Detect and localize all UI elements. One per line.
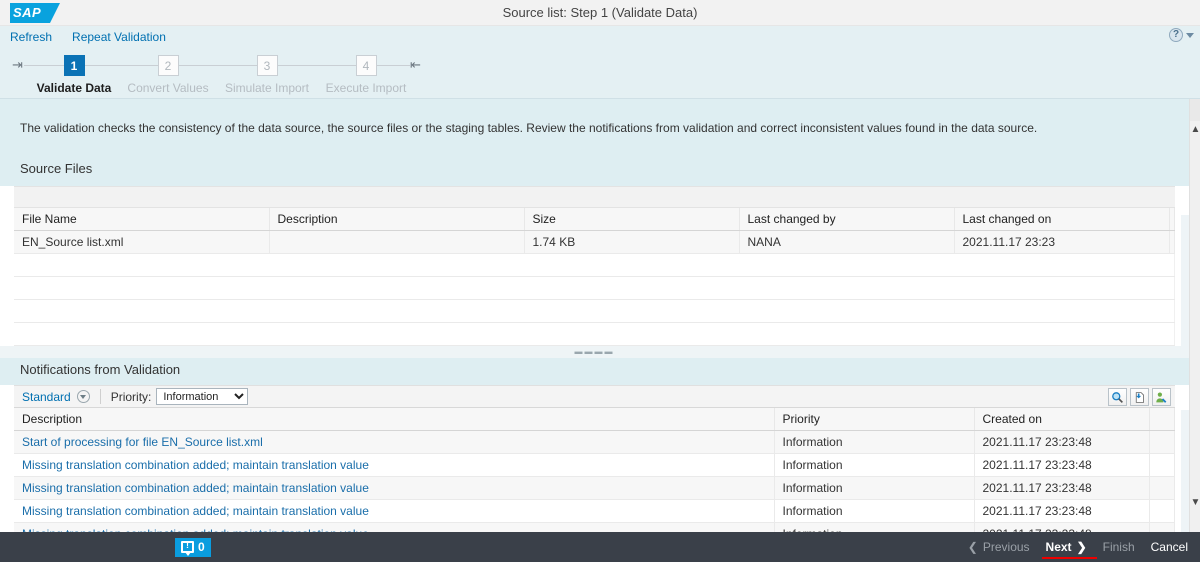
notification-description[interactable]: Start of processing for file EN_Source l… <box>14 430 775 454</box>
cell-last-changed-on: 2021.11.17 23:23 <box>954 230 1170 254</box>
page-scrollbar-thumb[interactable] <box>1190 99 1200 121</box>
list-item[interactable]: Start of processing for file EN_Source l… <box>14 430 1175 454</box>
message-popup-icon <box>181 540 194 556</box>
notification-description[interactable]: Missing translation combination added; m… <box>14 453 775 477</box>
notification-description[interactable]: Missing translation combination added; m… <box>14 476 775 500</box>
refresh-button[interactable]: Refresh <box>10 30 52 44</box>
cell-description <box>269 230 525 254</box>
column-header-notification-created-on[interactable]: Created on <box>974 408 1150 431</box>
column-header-file-name[interactable]: File Name <box>14 208 270 231</box>
next-button-label: Next <box>1045 540 1072 554</box>
main-content: The validation checks the consistency of… <box>0 99 1189 546</box>
source-files-table: File Name Description Size Last changed … <box>14 208 1175 346</box>
source-files-heading: Source Files <box>0 153 1189 186</box>
notification-spacer <box>1149 430 1175 454</box>
notification-spacer <box>1149 476 1175 500</box>
notification-description[interactable]: Missing translation combination added; m… <box>14 499 775 523</box>
application-window: SAP Source list: Step 1 (Validate Data) … <box>0 0 1200 562</box>
toolbar-separator <box>99 389 101 404</box>
chevron-down-icon[interactable] <box>1186 32 1194 38</box>
notification-priority: Information <box>774 453 975 477</box>
cancel-button[interactable]: Cancel <box>1151 540 1188 554</box>
footer-actions: ❮ Previous Next ❯ Finish Cancel <box>968 540 1188 559</box>
chevron-up-icon[interactable]: ▲ <box>1190 123 1200 137</box>
help-icon[interactable]: ? <box>1169 28 1183 42</box>
column-header-size[interactable]: Size <box>524 208 740 231</box>
priority-select[interactable]: Information <box>156 388 249 405</box>
cell-size: 1.74 KB <box>524 230 740 254</box>
chevron-left-icon: ❮ <box>967 540 978 554</box>
source-files-toolbar <box>14 186 1175 208</box>
notifications-heading: Notifications from Validation <box>0 358 1189 385</box>
notification-spacer <box>1149 453 1175 477</box>
chevron-down-icon[interactable] <box>76 390 90 403</box>
roadmap-step-2-number[interactable]: 2 <box>157 55 179 76</box>
help-group: ? <box>1169 28 1194 42</box>
finish-button[interactable]: Finish <box>1103 540 1135 554</box>
roadmap-step-4-label: Execute Import <box>325 81 407 95</box>
roadmap-step-4[interactable]: 4 Execute Import <box>306 55 426 95</box>
table-row[interactable]: EN_Source list.xml 1.74 KB NANA 2021.11.… <box>14 230 1175 254</box>
notification-priority: Information <box>774 499 975 523</box>
column-header-notification-spacer <box>1149 408 1175 431</box>
column-header-last-changed-by[interactable]: Last changed by <box>739 208 955 231</box>
priority-label: Priority: <box>110 389 152 404</box>
action-toolbar: Refresh Repeat Validation ? <box>0 26 1200 47</box>
app-header: SAP Source list: Step 1 (Validate Data) <box>0 0 1200 26</box>
wizard-roadmap: ⇥ ⇤ 1 Validate Data 2 Convert Values 3 S… <box>0 47 1200 99</box>
notification-priority: Information <box>774 430 975 454</box>
roadmap-step-3-number[interactable]: 3 <box>256 55 278 76</box>
roadmap-step-4-number[interactable]: 4 <box>355 55 377 76</box>
next-button-annotation <box>1041 557 1097 559</box>
notifications-scrollbar[interactable] <box>1181 410 1189 532</box>
search-icon[interactable] <box>1108 388 1127 406</box>
notifications-toolbar-actions <box>1108 388 1171 406</box>
previous-button-label: Previous <box>982 540 1030 554</box>
page-scrollbar[interactable]: ▲ ▼ <box>1189 99 1200 532</box>
column-header-notification-description[interactable]: Description <box>14 408 775 431</box>
chevron-right-icon: ❯ <box>1076 540 1087 554</box>
notification-created-on: 2021.11.17 23:23:48 <box>974 430 1150 454</box>
message-count: 0 <box>198 540 205 554</box>
table-row[interactable] <box>14 253 1175 277</box>
notification-spacer <box>1149 499 1175 523</box>
column-header-notification-priority[interactable]: Priority <box>774 408 975 431</box>
page-title: Source list: Step 1 (Validate Data) <box>502 5 698 20</box>
column-header-last-changed-on[interactable]: Last changed on <box>954 208 1170 231</box>
column-header-spacer <box>1169 208 1175 231</box>
notification-created-on: 2021.11.17 23:23:48 <box>974 476 1150 500</box>
list-item[interactable]: Missing translation combination added; m… <box>14 499 1175 523</box>
validation-description: The validation checks the consistency of… <box>0 99 1189 153</box>
notification-created-on: 2021.11.17 23:23:48 <box>974 453 1150 477</box>
footer-bar: 0 ❮ Previous Next ❯ Finish Cancel <box>0 532 1200 562</box>
table-row[interactable] <box>14 299 1175 323</box>
roadmap-step-1-number[interactable]: 1 <box>63 55 85 76</box>
notification-created-on: 2021.11.17 23:23:48 <box>974 499 1150 523</box>
notification-priority: Information <box>774 476 975 500</box>
source-files-scrollbar[interactable] <box>1181 215 1189 350</box>
notifications-table: Description Priority Created on Start of… <box>14 408 1175 546</box>
cell-file-name: EN_Source list.xml <box>14 230 270 254</box>
user-settings-icon[interactable] <box>1152 388 1171 406</box>
list-item[interactable]: Missing translation combination added; m… <box>14 453 1175 477</box>
column-header-description[interactable]: Description <box>269 208 525 231</box>
variant-standard-link[interactable]: Standard <box>22 390 71 404</box>
cell-spacer <box>1169 230 1175 254</box>
export-document-icon[interactable] <box>1130 388 1149 406</box>
next-button[interactable]: Next ❯ <box>1041 540 1097 559</box>
source-files-header-row: File Name Description Size Last changed … <box>14 208 1175 231</box>
notifications-toolbar: Standard Priority: Information <box>14 385 1175 408</box>
chevron-down-icon[interactable]: ▼ <box>1190 496 1200 510</box>
cell-last-changed-by: NANA <box>739 230 955 254</box>
repeat-validation-button[interactable]: Repeat Validation <box>72 30 166 44</box>
list-item[interactable]: Missing translation combination added; m… <box>14 476 1175 500</box>
splitter-grip-icon: ▬▬▬▬ <box>574 347 615 356</box>
table-row[interactable] <box>14 276 1175 300</box>
notifications-header-row: Description Priority Created on <box>14 408 1175 431</box>
message-count-badge[interactable]: 0 <box>175 537 211 557</box>
panel-splitter[interactable]: ▬▬▬▬ <box>0 346 1189 358</box>
table-row[interactable] <box>14 322 1175 346</box>
previous-button[interactable]: ❮ Previous <box>968 540 1030 554</box>
